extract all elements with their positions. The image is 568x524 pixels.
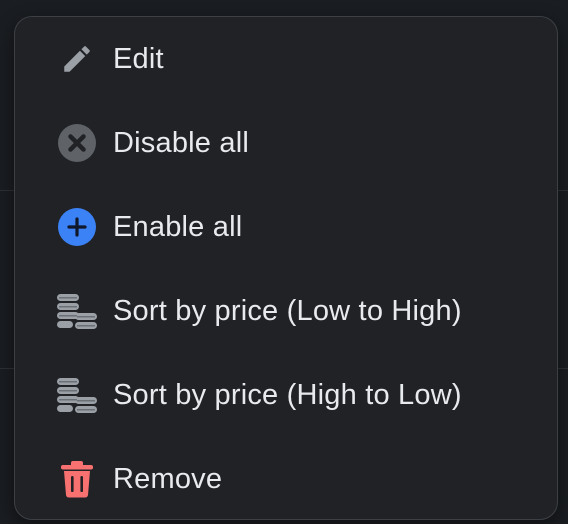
menu-item-remove[interactable]: Remove bbox=[15, 437, 557, 521]
menu-item-label: Enable all bbox=[113, 211, 243, 243]
menu-item-enable-all[interactable]: Enable all bbox=[15, 185, 557, 269]
coins-icon bbox=[55, 373, 99, 417]
context-menu: Edit Disable all Enable all Sort by pric… bbox=[14, 16, 558, 520]
menu-item-label: Sort by price (Low to High) bbox=[113, 295, 462, 327]
menu-item-sort-price-high-low[interactable]: Sort by price (High to Low) bbox=[15, 353, 557, 437]
plus-circle-icon bbox=[55, 205, 99, 249]
trash-icon bbox=[55, 457, 99, 501]
pencil-icon bbox=[55, 37, 99, 81]
coins-icon bbox=[55, 289, 99, 333]
menu-item-label: Sort by price (High to Low) bbox=[113, 379, 462, 411]
menu-item-label: Disable all bbox=[113, 127, 249, 159]
menu-item-disable-all[interactable]: Disable all bbox=[15, 101, 557, 185]
menu-item-label: Remove bbox=[113, 463, 223, 495]
menu-item-sort-price-low-high[interactable]: Sort by price (Low to High) bbox=[15, 269, 557, 353]
menu-item-label: Edit bbox=[113, 43, 164, 75]
menu-item-edit[interactable]: Edit bbox=[15, 17, 557, 101]
x-circle-icon bbox=[55, 121, 99, 165]
